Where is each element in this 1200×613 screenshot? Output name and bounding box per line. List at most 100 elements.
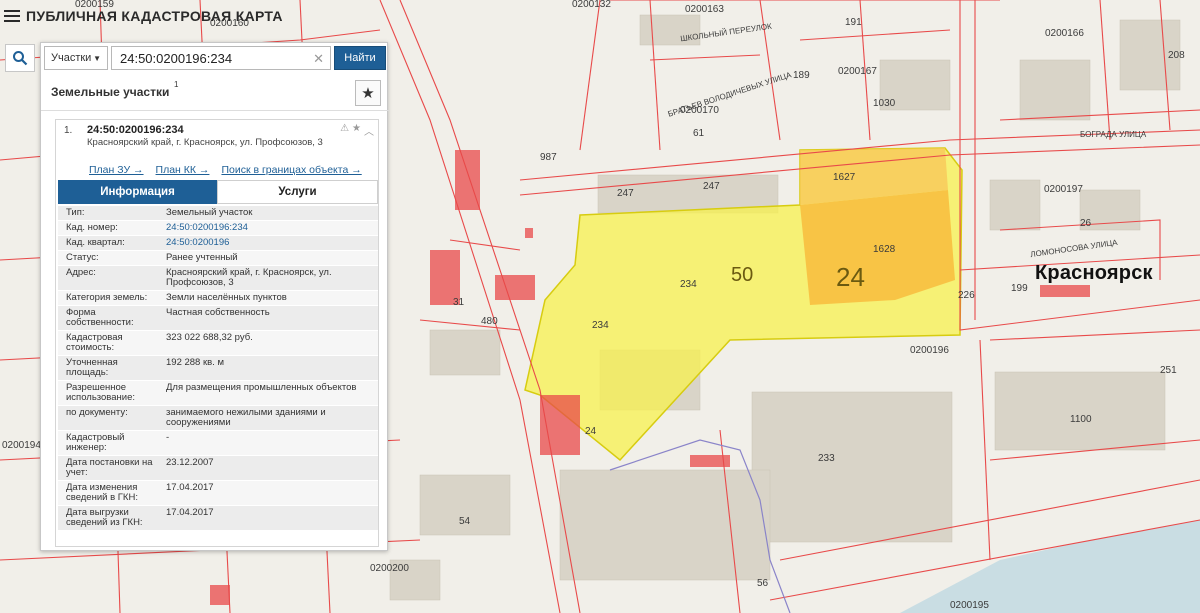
info-key: Дата постановки на учет:	[66, 457, 153, 478]
district-label: 50	[731, 264, 754, 286]
district-label: 24	[836, 262, 865, 292]
info-row: Дата изменения сведений в ГКН: 17.04.2017	[58, 481, 378, 506]
search-panel: Участки ▼ 24:50:0200196:234 ✕ Найти Земе…	[5, 42, 389, 551]
search-type-select[interactable]: Участки ▼	[44, 46, 108, 70]
city-label: Красноярск	[1035, 262, 1153, 284]
info-value: 23.12.2007	[166, 457, 214, 468]
info-key: Дата изменения сведений в ГКН:	[66, 482, 138, 503]
section-header: Земельные участки 1 ★	[41, 75, 389, 111]
info-row: Тип: Земельный участок	[58, 206, 378, 221]
info-key: Статус:	[66, 252, 99, 263]
info-value-link[interactable]: 24:50:0200196	[162, 236, 378, 250]
parcel-label: 189	[793, 70, 810, 81]
chevron-up-icon[interactable]: ︿	[364, 123, 374, 138]
quarter-label: 0200167	[838, 66, 877, 77]
info-key: Кадастровый инженер:	[66, 432, 125, 453]
parcel-label: 1628	[873, 244, 896, 255]
info-value: 17.04.2017	[166, 482, 214, 493]
parcel-label: 56	[757, 578, 769, 589]
quarter-label: 0200195	[950, 600, 989, 611]
info-key: Дата выгрузки сведений из ГКН:	[66, 507, 143, 528]
search-type-label: Участки	[51, 52, 92, 64]
info-key: Адрес:	[66, 267, 96, 278]
info-row: Уточненная площадь: 192 288 кв. м	[58, 356, 378, 381]
info-key: Кад. номер:	[66, 222, 118, 233]
parcel-label: 24	[585, 426, 597, 437]
chevron-down-icon: ▼	[93, 53, 101, 63]
star-icon[interactable]: ★	[352, 123, 361, 138]
info-key: Кадастровая стоимость:	[66, 332, 123, 353]
app-title: ПУБЛИЧНАЯ КАДАСТРОВАЯ КАРТА	[26, 8, 283, 24]
result-address: Красноярский край, г. Красноярск, ул. Пр…	[87, 137, 323, 148]
quarter-label: 0200196	[910, 345, 949, 356]
parcel-label: 987	[540, 152, 557, 163]
parcel-label: 191	[845, 17, 862, 28]
parcel-label: 199	[1011, 283, 1028, 294]
search-button[interactable]: Найти	[334, 46, 386, 70]
result-actions: ⚠ ★ ︿	[340, 123, 374, 138]
parcel-label: 226	[958, 290, 975, 301]
parcel-label: 26	[1080, 218, 1092, 229]
search-input[interactable]: 24:50:0200196:234 ✕	[111, 46, 331, 70]
section-title: Земельные участки	[51, 85, 170, 99]
parcel-label: 251	[1160, 365, 1177, 376]
info-value: Частная собственность	[166, 307, 270, 318]
parcel-label: 208	[1168, 50, 1185, 61]
info-value-link[interactable]: 24:50:0200196:234	[162, 221, 378, 235]
quarter-label: 0200197	[1044, 184, 1083, 195]
parcel-label: 1627	[833, 172, 856, 183]
info-value: занимаемого нежилыми зданиями и сооружен…	[166, 407, 326, 428]
info-key: Разрешенное использование:	[66, 382, 136, 403]
tab-services[interactable]: Услуги	[217, 180, 378, 204]
info-row: по документу: занимаемого нежилыми здания…	[58, 406, 378, 431]
street-label: БОГРАДА УЛИЦА	[1080, 130, 1147, 139]
quarter-label: 0200194	[2, 440, 41, 451]
info-key: Категория земель:	[66, 292, 148, 303]
info-table: Тип: Земельный участок Кад. номер: 24:50:0…	[58, 206, 378, 531]
tab-information[interactable]: Информация	[58, 180, 217, 204]
parcel-label: 234	[680, 279, 697, 290]
parcel-label: 234	[592, 320, 609, 331]
parcel-label: 1100	[1070, 414, 1092, 425]
parcel-label: 54	[459, 516, 471, 527]
plan-kk-link[interactable]: План КК →	[156, 164, 210, 176]
info-row: Адрес: Красноярский край, г. Красноярск, …	[58, 266, 378, 291]
info-row: Статус: Ранее учтенный	[58, 251, 378, 266]
info-key: по документу:	[66, 407, 128, 418]
info-row: Форма собственности: Частная собственност…	[58, 306, 378, 331]
info-value: Земли населённых пунктов	[166, 292, 287, 303]
plan-zu-link[interactable]: План ЗУ →	[89, 164, 144, 176]
info-key: Тип:	[66, 207, 85, 218]
result-cad-number: 24:50:0200196:234	[87, 124, 184, 136]
info-row: Дата выгрузки сведений из ГКН: 17.04.2017	[58, 506, 378, 531]
info-value: Красноярский край, г. Красноярск, ул. Пр…	[166, 267, 332, 288]
info-row: Кад. квартал: 24:50:0200196	[58, 236, 378, 251]
favorite-star-icon[interactable]: ★	[355, 80, 381, 106]
quarter-label: 0200163	[685, 4, 724, 15]
result-count: 1	[174, 80, 179, 89]
warning-icon[interactable]: ⚠	[340, 123, 349, 138]
info-row: Категория земель: Земли населённых пункто…	[58, 291, 378, 306]
info-key: Уточненная площадь:	[66, 357, 118, 378]
info-value: 323 022 688,32 руб.	[166, 332, 253, 343]
menu-icon[interactable]	[4, 10, 20, 22]
result-index: 1.	[64, 125, 73, 136]
info-value: Ранее учтенный	[166, 252, 238, 263]
info-key: Кад. квартал:	[66, 237, 125, 248]
clear-icon[interactable]: ✕	[313, 51, 324, 67]
search-in-bounds-link[interactable]: Поиск в границах объекта →	[221, 164, 361, 176]
app-header: ПУБЛИЧНАЯ КАДАСТРОВАЯ КАРТА	[4, 8, 283, 24]
search-bar: Участки ▼ 24:50:0200196:234 ✕ Найти	[41, 43, 389, 73]
result-links: План ЗУ → План КК → Поиск в границах объ…	[89, 164, 362, 176]
quarter-label: 0200200	[370, 563, 409, 574]
parcel-label: 233	[818, 453, 835, 464]
parcel-label: 247	[703, 181, 720, 192]
quarter-label: 0200166	[1045, 28, 1084, 39]
search-icon[interactable]	[5, 44, 35, 72]
info-row: Кадастровый инженер: -	[58, 431, 378, 456]
parcel-label: 1030	[873, 98, 896, 109]
parcel-label: 31	[453, 297, 465, 308]
search-query: 24:50:0200196:234	[120, 50, 233, 66]
parcel-label: 61	[693, 128, 705, 139]
info-row: Кадастровая стоимость: 323 022 688,32 руб…	[58, 331, 378, 356]
